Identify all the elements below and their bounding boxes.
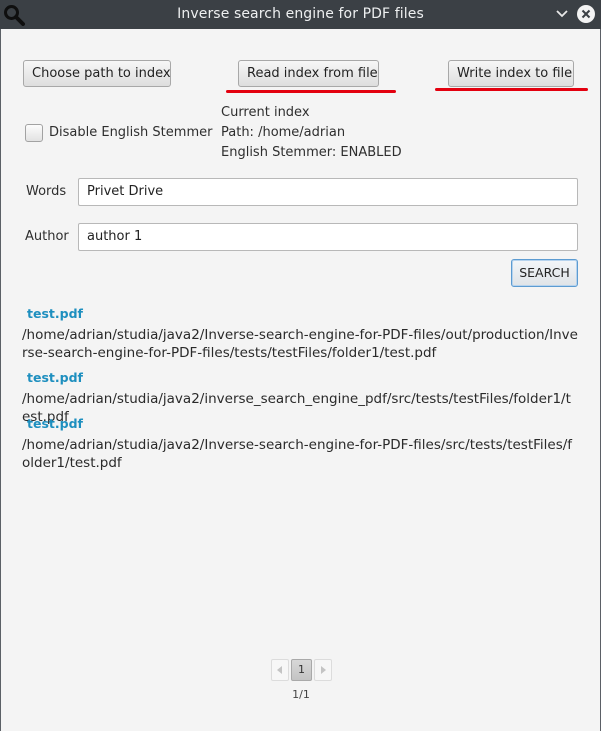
current-index-heading: Current index (221, 105, 310, 120)
close-icon[interactable] (577, 5, 595, 23)
result-path: /home/adrian/studia/java2/inverse_search… (22, 391, 571, 425)
title-bar: Inverse search engine for PDF files (0, 0, 601, 29)
result-link[interactable]: test.pdf (27, 416, 83, 431)
stemmer-status: English Stemmer: ENABLED (221, 145, 402, 160)
author-input[interactable]: author 1 (78, 223, 578, 251)
result-path: /home/adrian/studia/java2/Inverse-search… (22, 327, 578, 361)
next-page-button[interactable] (314, 659, 332, 681)
read-index-annotation (226, 90, 396, 93)
previous-page-button[interactable] (271, 659, 289, 681)
read-index-button[interactable]: Read index from file (238, 60, 379, 87)
result-path: /home/adrian/studia/java2/Inverse-search… (22, 437, 573, 471)
author-label: Author (25, 229, 69, 244)
words-label: Words (26, 184, 67, 199)
index-path: Path: /home/adrian (221, 125, 346, 140)
page-info: 1/1 (292, 688, 310, 701)
page-button-1[interactable]: 1 (291, 659, 312, 681)
disable-stemmer-label: Disable English Stemmer (49, 125, 213, 140)
write-index-annotation (435, 88, 588, 91)
window-border-left (0, 29, 1, 731)
words-input[interactable]: Privet Drive (78, 178, 578, 206)
result-link[interactable]: test.pdf (27, 370, 83, 385)
write-index-button[interactable]: Write index to file (448, 60, 574, 87)
choose-path-button[interactable]: Choose path to index (23, 60, 171, 87)
search-button[interactable]: SEARCH (511, 259, 578, 287)
triangle-right-icon (321, 666, 326, 674)
triangle-left-icon (277, 666, 282, 674)
window-title: Inverse search engine for PDF files (177, 6, 424, 22)
disable-stemmer-checkbox[interactable] (25, 124, 43, 142)
result-link[interactable]: test.pdf (27, 306, 83, 321)
chevron-down-icon[interactable] (555, 8, 569, 24)
